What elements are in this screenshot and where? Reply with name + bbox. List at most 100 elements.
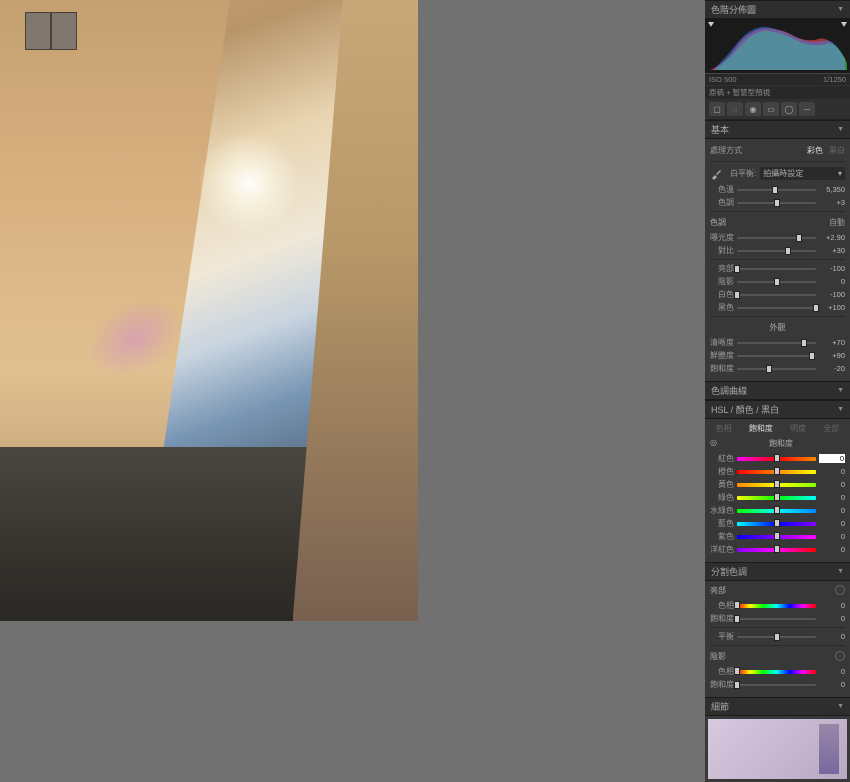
clarity-slider[interactable]	[737, 338, 816, 348]
wb-label: 白平衡:	[730, 168, 756, 179]
split-hl-sat-value[interactable]: 0	[819, 614, 845, 623]
saturation-label: 飽和度	[710, 363, 734, 374]
vibrance-slider[interactable]	[737, 351, 816, 361]
split-balance-value[interactable]: 0	[819, 632, 845, 641]
basic-header[interactable]: 基本 ▼	[705, 120, 850, 139]
split-sh-sat-value[interactable]: 0	[819, 680, 845, 689]
treatment-bw[interactable]: 黑白	[829, 145, 845, 156]
collapse-icon: ▼	[837, 703, 844, 710]
saturation-slider[interactable]	[737, 364, 816, 374]
hsl-orange-label: 橙色	[710, 466, 734, 477]
highlight-swatch[interactable]	[835, 585, 845, 595]
vibrance-value[interactable]: +90	[819, 351, 845, 360]
chevron-down-icon: ▾	[838, 169, 842, 178]
tonecurve-header[interactable]: 色調曲線 ▼	[705, 381, 850, 400]
hsl-green-value[interactable]: 0	[819, 493, 845, 502]
shadows-slider[interactable]	[737, 277, 816, 287]
collapse-icon: ▼	[837, 568, 844, 575]
hsl-tab-lum[interactable]: 明度	[790, 423, 806, 434]
hsl-green-slider[interactable]	[737, 493, 816, 503]
canvas-area[interactable]	[0, 0, 705, 621]
split-balance-label: 平衡	[710, 631, 734, 642]
split-title: 分割色調	[711, 565, 747, 578]
whites-slider[interactable]	[737, 290, 816, 300]
hsl-red-slider[interactable]	[737, 454, 816, 464]
temp-value[interactable]: 5,350	[819, 185, 845, 194]
saturation-value[interactable]: -20	[819, 364, 845, 373]
split-hl-hue-value[interactable]: 0	[819, 601, 845, 610]
split-sh-hue-value[interactable]: 0	[819, 667, 845, 676]
shutter-label: 1/1250	[823, 75, 846, 84]
collapse-icon: ▼	[837, 126, 844, 133]
spot-tool[interactable]: ◌	[727, 102, 743, 116]
highlights-value[interactable]: -100	[819, 264, 845, 273]
hsl-magenta-value[interactable]: 0	[819, 545, 845, 554]
hsl-aqua-value[interactable]: 0	[819, 506, 845, 515]
tint-slider[interactable]	[737, 198, 816, 208]
split-section: 亮部 色相0 飽和度0 平衡0 陰影 色相0 飽和度0	[705, 581, 850, 697]
hsl-purple-value[interactable]: 0	[819, 532, 845, 541]
hsl-yellow-label: 黃色	[710, 479, 734, 490]
detail-preview[interactable]	[708, 719, 847, 779]
tone-label: 色調	[710, 217, 726, 228]
app-root: 色階分佈圖 ▼ ISO 500 1/1250 原稿 + 智慧型預視 ▢ ◌ ◉ …	[0, 0, 850, 621]
histogram-header[interactable]: 色階分佈圖 ▼	[705, 0, 850, 19]
eyedropper-icon[interactable]	[710, 168, 726, 180]
hsl-yellow-slider[interactable]	[737, 480, 816, 490]
hsl-magenta-slider[interactable]	[737, 545, 816, 555]
target-icon[interactable]: ◎	[710, 438, 717, 449]
tint-label: 色調	[710, 197, 734, 208]
grad-tool[interactable]: ▭	[763, 102, 779, 116]
hsl-yellow-value[interactable]: 0	[819, 480, 845, 489]
auto-tone-button[interactable]: 自動	[829, 217, 845, 228]
hsl-purple-label: 紫色	[710, 531, 734, 542]
redeye-tool[interactable]: ◉	[745, 102, 761, 116]
brush-tool[interactable]: ─	[799, 102, 815, 116]
hsl-blue-slider[interactable]	[737, 519, 816, 529]
split-sh-sat-slider[interactable]	[737, 680, 816, 690]
whites-label: 白色	[710, 289, 734, 300]
photo-preview[interactable]	[0, 0, 418, 621]
temp-label: 色溫	[710, 184, 734, 195]
split-sh-hue-slider[interactable]	[737, 667, 816, 677]
hsl-header[interactable]: HSL / 顏色 / 黑白 ▼	[705, 400, 850, 419]
blacks-slider[interactable]	[737, 303, 816, 313]
hsl-purple-slider[interactable]	[737, 532, 816, 542]
shadow-swatch[interactable]	[835, 651, 845, 661]
clarity-value[interactable]: +70	[819, 338, 845, 347]
radial-tool[interactable]: ◯	[781, 102, 797, 116]
hsl-tab-hue[interactable]: 色相	[716, 423, 732, 434]
contrast-slider[interactable]	[737, 246, 816, 256]
highlights-slider[interactable]	[737, 264, 816, 274]
hsl-subhead: 飽和度	[769, 438, 793, 449]
split-balance-slider[interactable]	[737, 632, 816, 642]
whites-value[interactable]: -100	[819, 290, 845, 299]
treatment-color[interactable]: 彩色	[807, 145, 823, 156]
split-header[interactable]: 分割色調 ▼	[705, 562, 850, 581]
collapse-icon: ▼	[837, 406, 844, 413]
wb-preset-dropdown[interactable]: 拍攝時設定 ▾	[760, 167, 845, 180]
exposure-slider[interactable]	[737, 233, 816, 243]
detail-title: 細節	[711, 700, 729, 713]
shadows-label: 陰影	[710, 276, 734, 287]
tint-value[interactable]: +3	[819, 198, 845, 207]
crop-tool[interactable]: ▢	[709, 102, 725, 116]
hsl-orange-value[interactable]: 0	[819, 467, 845, 476]
contrast-value[interactable]: +30	[819, 246, 845, 255]
histogram-display[interactable]	[705, 19, 850, 74]
split-hl-label: 亮部	[710, 585, 726, 596]
temp-slider[interactable]	[737, 185, 816, 195]
hsl-tab-all[interactable]: 全部	[823, 423, 839, 434]
hsl-blue-value[interactable]: 0	[819, 519, 845, 528]
blacks-value[interactable]: +100	[819, 303, 845, 312]
hsl-red-value[interactable]: 0	[819, 454, 845, 463]
hsl-tab-sat[interactable]: 飽和度	[749, 423, 773, 434]
hsl-aqua-slider[interactable]	[737, 506, 816, 516]
shadows-value[interactable]: 0	[819, 277, 845, 286]
split-hl-sat-label: 飽和度	[710, 613, 734, 624]
exposure-value[interactable]: +2.90	[819, 233, 845, 242]
detail-header[interactable]: 細節 ▼	[705, 697, 850, 716]
split-hl-sat-slider[interactable]	[737, 614, 816, 624]
hsl-orange-slider[interactable]	[737, 467, 816, 477]
split-hl-hue-slider[interactable]	[737, 601, 816, 611]
